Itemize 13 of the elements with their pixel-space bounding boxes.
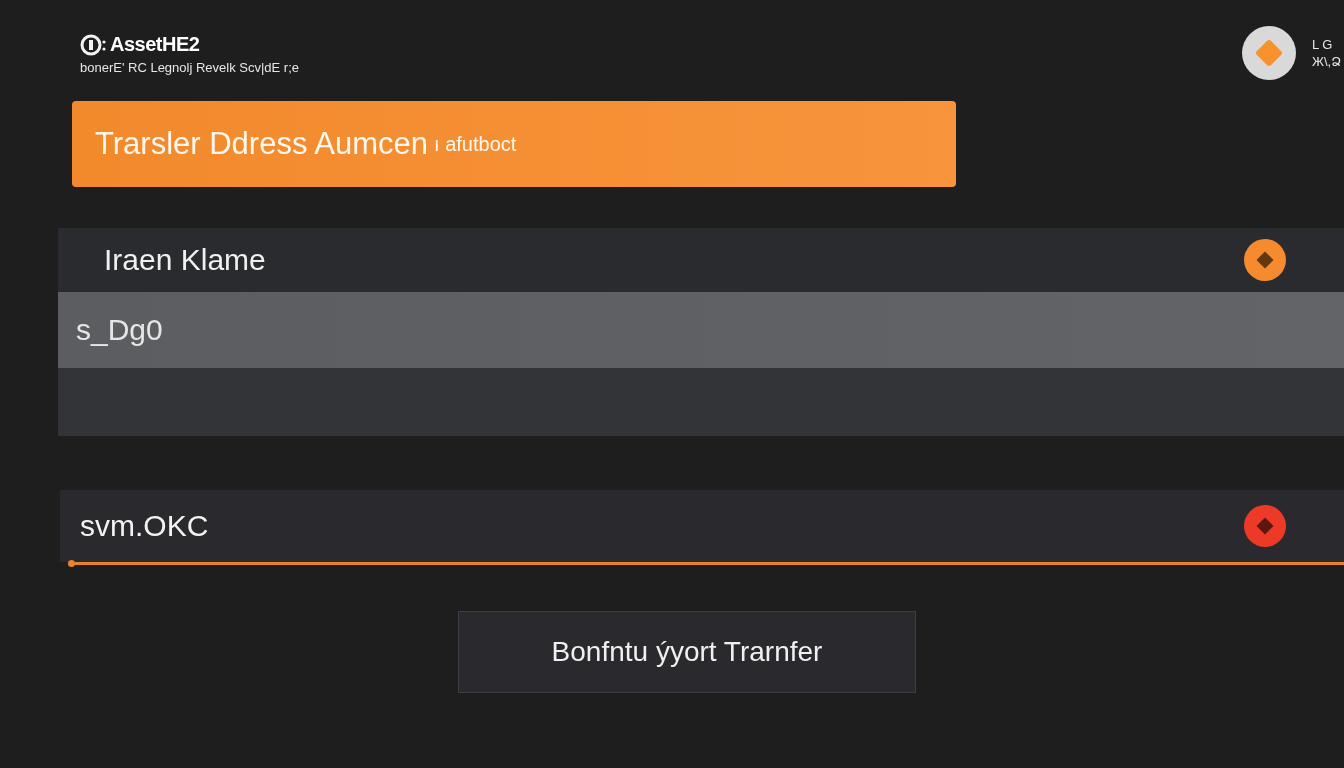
app-title: AssetHE2 [110,33,200,56]
user-text: Ж\,Ձ [1312,54,1343,69]
field-label: Iraen Klame [104,243,266,277]
dropdown-panel[interactable]: Iraen Klame s_Dg0 [58,228,1344,436]
transfer-button[interactable]: Bonfntu ýyort Trarnfer [458,611,916,693]
banner-title: Trarsler Ddress Aumcen [95,126,429,162]
dropdown-option[interactable]: s_Dg0 [58,292,1344,368]
banner-suffix: ı afutboct [434,132,517,156]
user-text: L G [1312,37,1334,52]
app-subtitle: bonerE' RC Legnolj Revelk Scv|dE r;e [80,59,300,75]
avatar-icon[interactable] [1242,26,1296,80]
input-value: svm.OKC [80,509,209,543]
input-field[interactable]: svm.OKC [60,490,1344,562]
